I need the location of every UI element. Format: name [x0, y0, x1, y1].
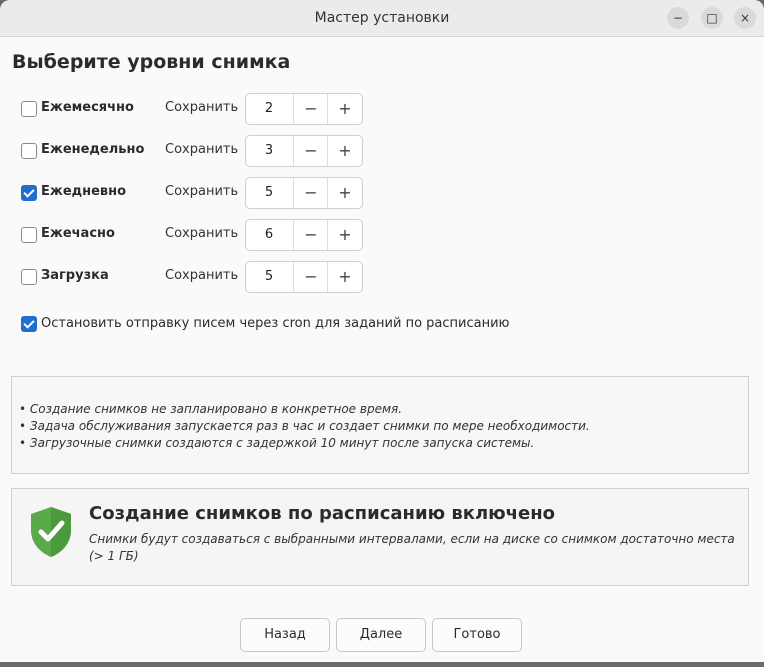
minimize-button[interactable]: −	[667, 7, 689, 29]
snapshot-level-row: Еженедельно Сохранить 3− +	[21, 135, 381, 167]
level-label: Ежедневно	[41, 184, 127, 199]
keep-count-stepper[interactable]: 3− +	[245, 135, 363, 167]
note-line-1: • Создание снимков не запланировано в ко…	[19, 402, 403, 416]
status-description: Снимки будут создаваться с выбранными ин…	[89, 532, 735, 563]
increment-button[interactable]: +	[327, 262, 362, 292]
decrement-button[interactable]: −	[293, 178, 328, 208]
snapshot-level-row: Ежечасно Сохранить 6− +	[21, 219, 381, 251]
snapshot-level-row: Ежемесячно Сохранить 2− +	[21, 93, 381, 125]
done-button[interactable]: Готово	[432, 618, 522, 652]
back-button[interactable]: Назад	[240, 618, 330, 652]
close-button[interactable]: ×	[734, 7, 756, 29]
keep-count-stepper[interactable]: 5− +	[245, 261, 363, 293]
keep-count-value[interactable]: 3	[246, 136, 292, 166]
info-notes-panel: • Создание снимков не запланировано в ко…	[11, 376, 749, 474]
level-checkbox[interactable]	[21, 227, 37, 243]
next-button[interactable]: Далее	[336, 618, 426, 652]
note-line-2: • Задача обслуживания запускается раз в …	[19, 419, 590, 433]
keep-label: Сохранить	[165, 100, 239, 115]
keep-label: Сохранить	[165, 142, 239, 157]
schedule-status-panel: Создание снимков по расписанию включено …	[11, 488, 749, 586]
keep-label: Сохранить	[165, 226, 239, 241]
keep-count-stepper[interactable]: 2− +	[245, 93, 363, 125]
decrement-button[interactable]: −	[293, 94, 328, 124]
keep-count-value[interactable]: 6	[246, 220, 292, 250]
level-label: Ежемесячно	[41, 100, 134, 115]
keep-count-value[interactable]: 2	[246, 94, 292, 124]
decrement-button[interactable]: −	[293, 220, 328, 250]
setup-wizard-window: Мастер установки − □ × Выберите уровни с…	[0, 0, 764, 662]
level-checkbox[interactable]	[21, 185, 37, 201]
level-label: Еженедельно	[41, 142, 145, 157]
note-line-3: • Загрузочные снимки создаются с задержк…	[19, 436, 535, 450]
decrement-button[interactable]: −	[293, 136, 328, 166]
keep-label: Сохранить	[165, 184, 239, 199]
increment-button[interactable]: +	[327, 136, 362, 166]
level-label: Ежечасно	[41, 226, 115, 241]
cron-email-label: Остановить отправку писем через cron для…	[41, 316, 510, 331]
keep-count-value[interactable]: 5	[246, 178, 292, 208]
keep-count-value[interactable]: 5	[246, 262, 292, 292]
shield-check-icon	[31, 507, 71, 557]
keep-label: Сохранить	[165, 268, 239, 283]
level-label: Загрузка	[41, 268, 109, 283]
increment-button[interactable]: +	[327, 178, 362, 208]
keep-count-stepper[interactable]: 6− +	[245, 219, 363, 251]
maximize-button[interactable]: □	[701, 7, 723, 29]
window-title: Мастер установки	[314, 10, 450, 26]
title-bar: Мастер установки − □ ×	[0, 0, 764, 37]
level-checkbox[interactable]	[21, 269, 37, 285]
status-title: Создание снимков по расписанию включено	[89, 503, 556, 524]
decrement-button[interactable]: −	[293, 262, 328, 292]
increment-button[interactable]: +	[327, 220, 362, 250]
cron-email-option[interactable]: Остановить отправку писем через cron для…	[21, 315, 541, 335]
snapshot-level-row: Загрузка Сохранить 5− +	[21, 261, 381, 293]
snapshot-level-row: Ежедневно Сохранить 5− +	[21, 177, 381, 209]
page-title: Выберите уровни снимка	[12, 51, 291, 73]
level-checkbox[interactable]	[21, 143, 37, 159]
cron-email-checkbox[interactable]	[21, 316, 37, 332]
keep-count-stepper[interactable]: 5− +	[245, 177, 363, 209]
level-checkbox[interactable]	[21, 101, 37, 117]
increment-button[interactable]: +	[327, 94, 362, 124]
